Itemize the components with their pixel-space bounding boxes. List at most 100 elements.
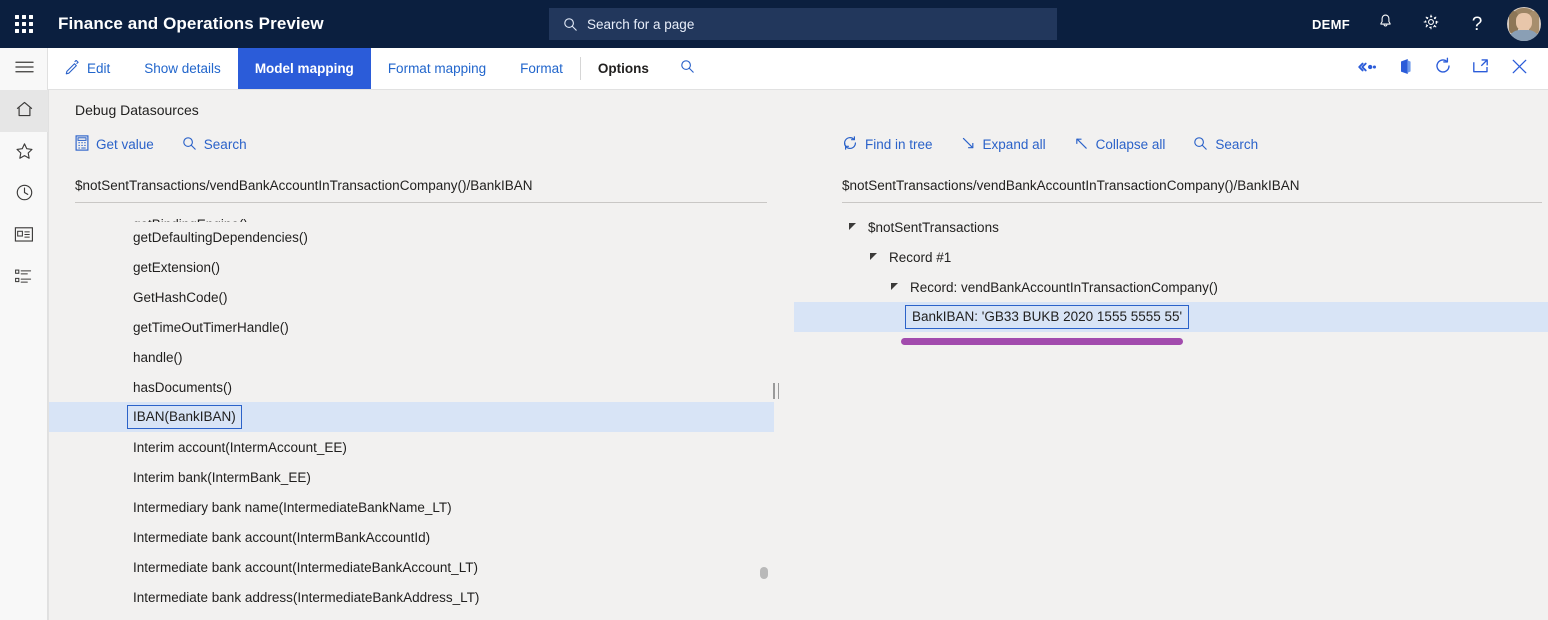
- expand-all-label: Expand all: [983, 137, 1046, 152]
- top-navigation-bar: Finance and Operations Preview Search fo…: [0, 0, 1548, 48]
- command-bar-right-actions: [1348, 48, 1548, 89]
- avatar: [1507, 7, 1541, 41]
- options-label: Options: [598, 61, 649, 76]
- list-item[interactable]: getExtension(): [49, 252, 774, 282]
- navigation-rail: [0, 48, 48, 620]
- search-icon: [563, 17, 578, 32]
- list-item-label: getExtension(): [133, 260, 220, 275]
- tab-model-mapping[interactable]: Model mapping: [238, 48, 371, 89]
- tab-format-mapping[interactable]: Format mapping: [371, 48, 503, 89]
- star-icon: [15, 142, 34, 165]
- annotation-underline: [901, 338, 1183, 345]
- search-icon: [182, 136, 197, 154]
- close-button[interactable]: [1500, 48, 1538, 90]
- datasources-list[interactable]: getBindingEngine() getDefaultingDependen…: [49, 208, 774, 620]
- list-item-label: Interim account(IntermAccount_EE): [133, 440, 347, 455]
- expand-all-button[interactable]: Expand all: [961, 136, 1046, 154]
- list-item[interactable]: Intermediate bank address(IntermediateBa…: [49, 582, 774, 612]
- command-bar-search-button[interactable]: [666, 48, 709, 89]
- tree-pane: Find in tree Expand all Collapse all Sea…: [794, 90, 1548, 620]
- help-button[interactable]: ?: [1454, 0, 1500, 48]
- waffle-menu-button[interactable]: [0, 0, 48, 48]
- office-app-icon: [1398, 58, 1413, 80]
- list-item[interactable]: handle(): [49, 342, 774, 372]
- waffle-grid-icon: [15, 15, 33, 33]
- office-app-button[interactable]: [1386, 48, 1424, 90]
- app-title: Finance and Operations Preview: [58, 14, 324, 34]
- top-right-actions: DEMF ?: [1300, 0, 1548, 48]
- find-in-tree-label: Find in tree: [865, 137, 933, 152]
- hamburger-icon: [15, 60, 34, 79]
- list-item[interactable]: Interim bank(IntermBank_EE): [49, 462, 774, 492]
- tab-format[interactable]: Format: [503, 48, 580, 89]
- tab-show-details[interactable]: Show details: [127, 48, 238, 89]
- list-item[interactable]: Intermediary bank name(IntermediateBankN…: [49, 492, 774, 522]
- list-item-label: Intermediate bank account(IntermediateBa…: [133, 560, 478, 575]
- datasources-search-button[interactable]: Search: [182, 136, 247, 154]
- get-value-button[interactable]: Get value: [75, 135, 154, 154]
- list-item[interactable]: GetHashCode(): [49, 282, 774, 312]
- sidebar-item-hamburger-menu[interactable]: [0, 48, 48, 90]
- expand-arrow-icon: [961, 136, 976, 154]
- get-value-label: Get value: [96, 137, 154, 152]
- collapse-all-label: Collapse all: [1096, 137, 1166, 152]
- sidebar-item-recent[interactable]: [0, 174, 48, 216]
- list-item[interactable]: getDefaultingDependencies(): [49, 222, 774, 252]
- tree-node-label: $notSentTransactions: [868, 220, 999, 235]
- vertical-scrollbar-thumb[interactable]: [760, 567, 768, 579]
- options-menu[interactable]: Options: [581, 48, 666, 89]
- attach-icon: [1357, 60, 1377, 78]
- list-item-label: getDefaultingDependencies(): [133, 230, 308, 245]
- refresh-button[interactable]: [1424, 48, 1462, 90]
- gear-icon: [1422, 13, 1440, 36]
- collapse-arrow-icon: [1074, 136, 1089, 154]
- settings-button[interactable]: [1408, 0, 1454, 48]
- notifications-button[interactable]: [1362, 0, 1408, 48]
- find-in-tree-button[interactable]: Find in tree: [842, 135, 933, 154]
- tab-show-details-label: Show details: [144, 61, 221, 76]
- tree-node-label: BankIBAN: 'GB33 BUKB 2020 1555 5555 55': [906, 306, 1188, 328]
- list-item[interactable]: Intermediate bank account(IntermediateBa…: [49, 552, 774, 582]
- attach-button[interactable]: [1348, 48, 1386, 90]
- global-search-placeholder: Search for a page: [587, 17, 694, 32]
- list-item-label: getTimeOutTimerHandle(): [133, 320, 289, 335]
- list-item-selected[interactable]: IBAN(BankIBAN): [49, 402, 774, 432]
- global-search-box[interactable]: Search for a page: [549, 8, 1057, 40]
- list-item-label: handle(): [133, 350, 183, 365]
- edit-button[interactable]: Edit: [48, 48, 127, 89]
- home-icon: [15, 100, 34, 123]
- company-selector[interactable]: DEMF: [1300, 0, 1362, 48]
- tree-search-label: Search: [1215, 137, 1258, 152]
- pencil-icon: [65, 60, 80, 78]
- tree-node-record-1[interactable]: Record #1: [794, 242, 1548, 272]
- list-item[interactable]: Interim account(IntermAccount_EE): [49, 432, 774, 462]
- tree-node-label: Record: vendBankAccountInTransactionComp…: [910, 280, 1218, 295]
- workspace-icon: [14, 226, 34, 248]
- sidebar-item-home[interactable]: [0, 90, 48, 132]
- pane-splitter[interactable]: [773, 383, 779, 399]
- sidebar-item-modules[interactable]: [0, 258, 48, 300]
- tree-search-button[interactable]: Search: [1193, 136, 1258, 154]
- chevron-expanded-icon[interactable]: [849, 223, 858, 232]
- popout-button[interactable]: [1462, 48, 1500, 90]
- search-icon: [680, 59, 695, 79]
- list-item-clipped[interactable]: getBindingEngine(): [49, 208, 774, 222]
- sidebar-item-favorites[interactable]: [0, 132, 48, 174]
- tree-node-not-sent-transactions[interactable]: $notSentTransactions: [794, 212, 1548, 242]
- list-item[interactable]: Intermediate bank account(IntermBankAcco…: [49, 522, 774, 552]
- datasources-pane: Get value Search $notSentTransactions/ve…: [49, 90, 774, 620]
- chevron-expanded-icon[interactable]: [891, 283, 900, 292]
- collapse-all-button[interactable]: Collapse all: [1074, 136, 1166, 154]
- datasources-toolbar: Get value Search: [75, 135, 275, 154]
- question-mark-icon: ?: [1472, 15, 1483, 34]
- search-icon: [1193, 136, 1208, 154]
- list-item[interactable]: getTimeOutTimerHandle(): [49, 312, 774, 342]
- tree-node-record-vendbankaccount[interactable]: Record: vendBankAccountInTransactionComp…: [794, 272, 1548, 302]
- tree-view[interactable]: $notSentTransactions Record #1 Record: v…: [794, 212, 1548, 332]
- list-item[interactable]: hasDocuments(): [49, 372, 774, 402]
- user-account-button[interactable]: [1500, 0, 1548, 48]
- tree-node-bankiban-selected[interactable]: BankIBAN: 'GB33 BUKB 2020 1555 5555 55': [794, 302, 1548, 332]
- chevron-expanded-icon[interactable]: [870, 253, 879, 262]
- tab-format-mapping-label: Format mapping: [388, 61, 486, 76]
- sidebar-item-workspaces[interactable]: [0, 216, 48, 258]
